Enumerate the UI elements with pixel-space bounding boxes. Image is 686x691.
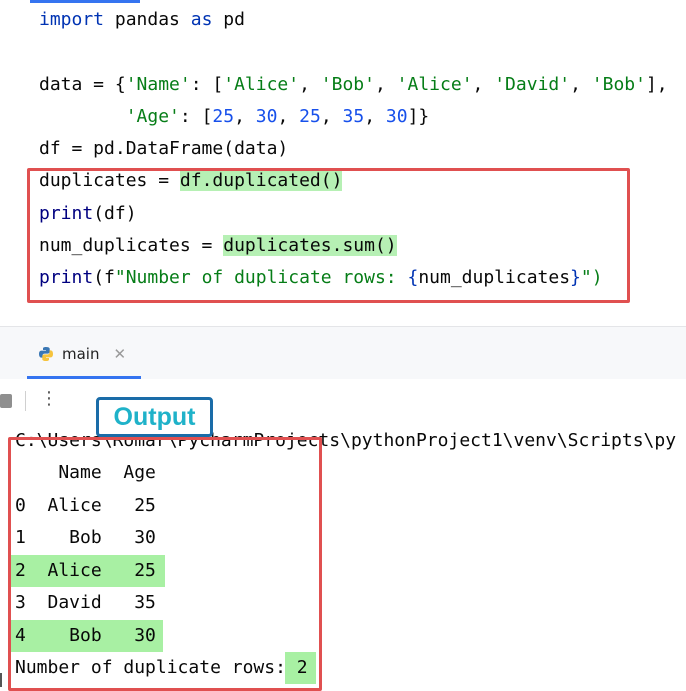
output-annotation-label: Output [96,397,213,437]
editor-gutter [0,0,30,326]
code-token: 30 [385,105,408,127]
code-token: , [234,105,256,127]
code-token: , [364,105,386,127]
close-icon[interactable]: ✕ [113,345,126,363]
code-line[interactable]: df = pd.DataFrame(data) [39,133,668,165]
highlight-box-code [27,168,630,303]
code-token: 25 [212,105,235,127]
code-line[interactable]: data = {'Name': ['Alice', 'Bob', 'Alice'… [39,69,668,101]
tab-edge-marker [0,673,2,687]
code-token: pd [212,9,245,30]
code-token: , [299,73,321,95]
code-token: 30 [255,105,278,127]
run-tab-main[interactable]: main ✕ [38,341,126,367]
code-token: , [277,105,300,127]
code-token: data = { [39,73,126,95]
code-token: df = pd.DataFrame(data) [39,138,289,160]
run-tab-label: main [62,345,100,363]
stop-icon[interactable] [0,394,12,408]
active-tab-indicator [30,0,140,3]
code-token: 25 [299,105,321,127]
code-editor[interactable]: import pandas as pd data = {'Name': ['Al… [0,0,686,326]
code-token: : [ [190,73,224,95]
code-token: pandas [104,9,191,30]
code-token: ]} [407,105,430,127]
code-token: , [374,73,397,95]
toolbar-separator [25,391,26,411]
code-token: 35 [342,105,365,127]
code-token: 'Age' [125,105,180,127]
code-token: : [ [179,105,213,127]
highlight-box-output [8,437,322,691]
code-token: 'Bob' [591,73,646,95]
code-token: 'Alice' [396,73,473,95]
code-token: 'Name' [125,73,191,95]
more-options-icon[interactable]: ⋮ [40,387,58,411]
code-token: import [39,9,105,30]
code-token: as [190,9,213,30]
code-token: , [320,105,343,127]
code-token: 'Alice' [223,73,300,95]
code-token: , [472,73,495,95]
code-token: , [570,73,592,95]
code-token: 'David' [494,73,571,95]
code-line[interactable] [39,36,668,68]
code-token: ], [645,73,668,95]
code-token: 'Bob' [320,73,375,95]
run-tab-bar: main ✕ [0,327,686,687]
python-icon [39,347,53,361]
code-line[interactable]: import pandas as pd [39,4,668,36]
code-line[interactable]: 'Age': [25, 30, 25, 35, 30]} [39,101,668,133]
